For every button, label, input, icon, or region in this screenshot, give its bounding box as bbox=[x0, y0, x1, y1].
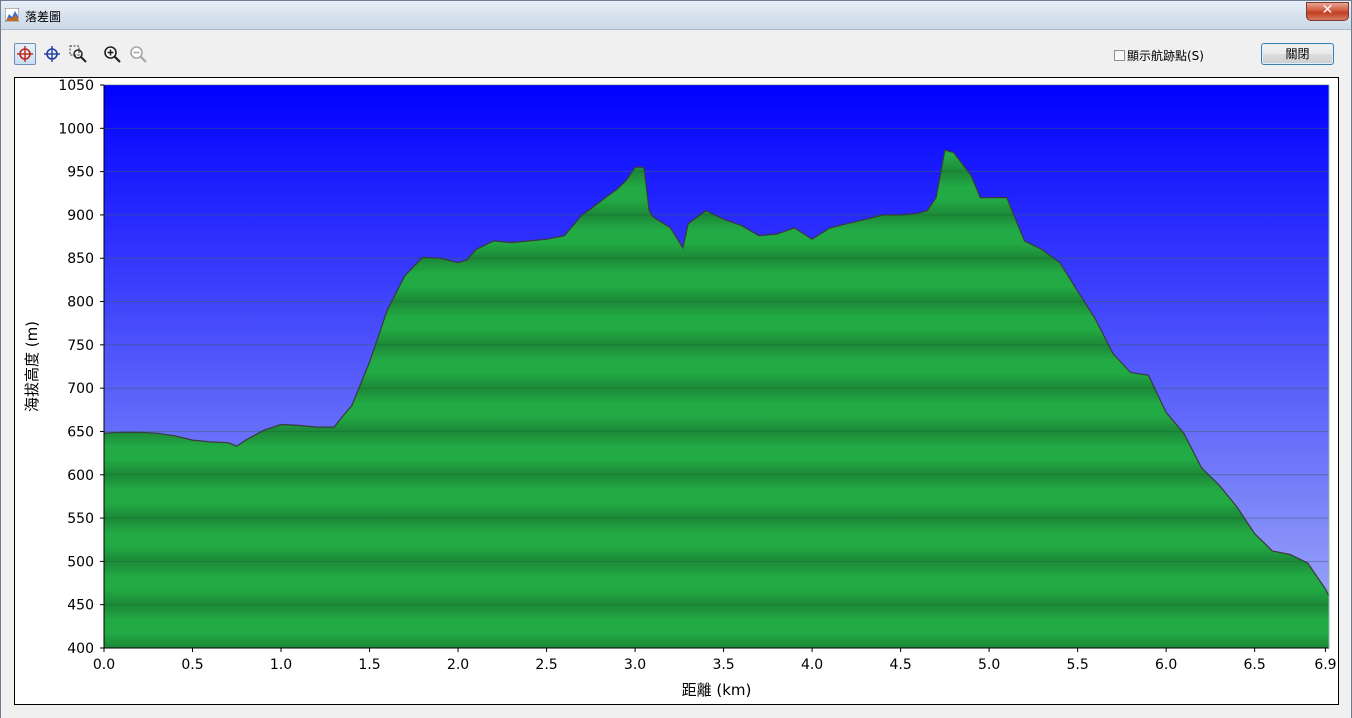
show-track-points-toggle[interactable]: 顯示航跡點(S) bbox=[1114, 47, 1204, 63]
y-tick-label: 400 bbox=[67, 641, 94, 657]
close-button[interactable]: 關閉 bbox=[1261, 43, 1334, 65]
x-tick-label: 5.0 bbox=[978, 657, 1000, 673]
zoom-out-icon bbox=[130, 46, 147, 63]
zoom-in-icon bbox=[104, 46, 121, 63]
y-tick-label: 700 bbox=[67, 381, 94, 397]
y-tick-label: 500 bbox=[67, 554, 94, 570]
y-tick-label: 1000 bbox=[58, 121, 94, 137]
y-tick-label: 850 bbox=[67, 251, 94, 267]
window-close-button[interactable]: ✕ bbox=[1306, 2, 1349, 21]
profile-window: 落差圖 ✕ 顯示航跡點(S) 關閉 400 450 500 550 600 65… bbox=[0, 0, 1352, 718]
close-icon: ✕ bbox=[1321, 2, 1334, 18]
show-track-points-checkbox[interactable] bbox=[1114, 49, 1125, 61]
status-bar bbox=[1, 706, 1351, 718]
x-tick-label: 3.0 bbox=[624, 657, 646, 673]
x-tick-label: 5.5 bbox=[1066, 657, 1088, 673]
y-tick-label: 550 bbox=[67, 511, 94, 527]
zoom-in-tool-button[interactable] bbox=[101, 43, 123, 65]
y-tick-label: 1050 bbox=[58, 78, 94, 94]
y-tick-label: 800 bbox=[67, 295, 94, 311]
x-tick-label: 1.5 bbox=[358, 657, 380, 673]
y-tick-label: 750 bbox=[67, 338, 94, 354]
y-tick-label: 450 bbox=[67, 598, 94, 614]
x-tick-label: 6.0 bbox=[1155, 657, 1177, 673]
x-tick-label: 0.5 bbox=[181, 657, 203, 673]
crosshair-red-icon bbox=[17, 46, 33, 62]
window-title: 落差圖 bbox=[25, 10, 62, 24]
title-bar[interactable]: 落差圖 ✕ bbox=[1, 1, 1351, 30]
x-tick-label: 4.0 bbox=[801, 657, 823, 673]
x-tick-label: 4.5 bbox=[889, 657, 911, 673]
zoom-box-icon bbox=[69, 45, 87, 63]
crosshair-blue-icon bbox=[44, 46, 60, 62]
x-tick-label: 6.5 bbox=[1244, 657, 1266, 673]
crosshair-red-tool-button[interactable] bbox=[14, 43, 36, 65]
x-tick-label: 0.0 bbox=[93, 657, 115, 673]
crosshair-blue-tool-button[interactable] bbox=[41, 43, 63, 65]
y-tick-label: 950 bbox=[67, 165, 94, 181]
y-tick-label: 900 bbox=[67, 208, 94, 224]
x-tick-label: 1.0 bbox=[270, 657, 292, 673]
x-axis-title: 距離 (km) bbox=[682, 681, 752, 699]
y-axis-title: 海拔高度 (m) bbox=[23, 321, 41, 412]
y-tick-label: 600 bbox=[67, 468, 94, 484]
y-tick-label: 650 bbox=[67, 424, 94, 440]
x-tick-label: 2.5 bbox=[535, 657, 557, 673]
x-tick-label: 6.9 bbox=[1314, 657, 1336, 673]
profile-app-icon bbox=[5, 8, 19, 22]
chart-panel: 400 450 500 550 600 650 700 750 800 850 900 950 1000… bbox=[14, 77, 1339, 705]
x-tick-label: 3.5 bbox=[712, 657, 734, 673]
zoom-out-tool-button[interactable] bbox=[127, 43, 149, 65]
x-tick-label: 2.0 bbox=[447, 657, 469, 673]
show-track-points-label: 顯示航跡點(S) bbox=[1127, 48, 1204, 63]
zoom-box-tool-button[interactable] bbox=[67, 43, 89, 65]
elevation-profile-chart[interactable]: 400 450 500 550 600 650 700 750 800 850 900 950 1000… bbox=[15, 78, 1338, 704]
